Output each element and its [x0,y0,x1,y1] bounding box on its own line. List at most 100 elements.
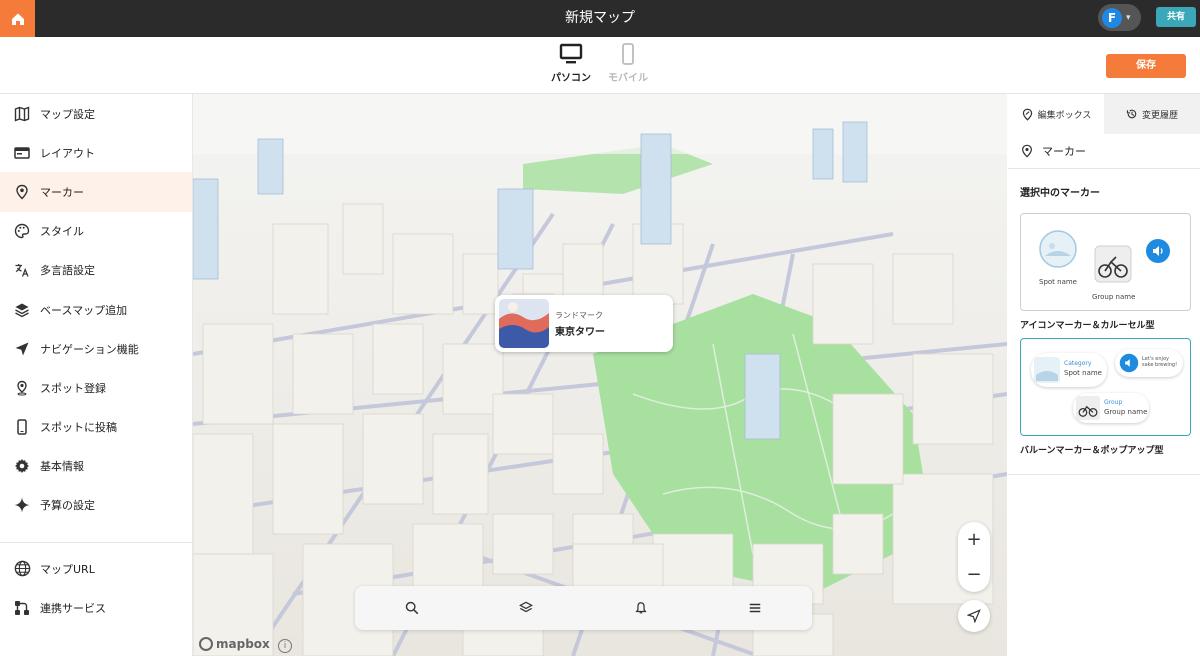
balloon-speaker: Let's enjoy sake brewing! [1115,349,1183,377]
tab-mobile-label: モバイル [608,73,648,84]
sidebar-item-layout[interactable]: レイアウト [0,133,192,172]
sidebar-divider [0,542,192,544]
zoom-control: + − [958,522,990,592]
bell-icon [635,602,647,614]
sidebar-item-basemap[interactable]: ベースマップ追加 [0,290,192,329]
device-toolbar: パソコン モバイル 保存 [0,37,1200,94]
app-title: 新規マップ [565,10,635,26]
group-name-label: Group name [1092,293,1136,301]
sidebar-item-map-url[interactable]: マップURL [0,549,192,588]
sidebar-item-label: スポット登録 [40,381,106,395]
sidebar-item-label: ベースマップ追加 [40,303,128,317]
spot-thumbnail [1039,230,1077,268]
marker-pin-icon [13,183,31,201]
balloon-spot-name: Spot name [1064,369,1102,377]
sidebar-item-label: 連携サービス [40,601,106,615]
sidebar-item-label: マップ設定 [40,107,95,121]
save-button[interactable]: 保存 [1106,54,1186,78]
edit-pin-icon [1022,108,1032,121]
spot-name-label: Spot name [1039,278,1077,286]
top-bar: 新規マップ F ▾ 共有 [0,0,1200,37]
map-bottom-toolbar [355,586,812,630]
sidebar-item-map-settings[interactable]: マップ設定 [0,94,192,133]
speaker-icon [1119,353,1139,373]
sidebar-item-label: ナビゲーション機能 [40,342,139,356]
marker-type-card-balloon-popup[interactable]: Category Spot name Let's enjoy sake brew… [1020,338,1191,436]
palette-icon [13,222,31,240]
section-header-marker: マーカー [1008,134,1200,169]
marker-popup[interactable]: ランドマーク 東京タワー [495,295,673,352]
sidebar-item-label: スタイル [40,225,84,239]
sidebar: マップ設定 レイアウト マーカー スタイル 多言語設定 ベースマップ追加 ナビゲ… [0,94,193,656]
sidebar-item-spot-register[interactable]: スポット登録 [0,368,192,407]
info-icon[interactable]: i [278,639,292,653]
menu-button[interactable] [745,598,765,618]
mapbox-logo-text: mapbox [216,637,270,651]
navigation-arrow-icon [967,609,981,623]
panel-divider [1008,474,1200,475]
sidebar-item-navigation[interactable]: ナビゲーション機能 [0,329,192,368]
section-title: マーカー [1042,145,1086,158]
group-thumbnail [1094,245,1132,283]
chevron-down-icon: ▾ [1126,12,1131,23]
phone-icon [13,418,31,436]
share-button[interactable]: 共有 [1156,7,1196,27]
card-caption-icon-carousel: アイコンマーカー＆カルーセル型 [1020,321,1155,331]
right-panel-tabs: 編集ボックス 変更履歴 [1008,94,1200,134]
sidebar-item-integrations[interactable]: 連携サービス [0,588,192,627]
spot-pin-icon [13,379,31,397]
translate-icon [13,261,31,279]
avatar: F [1102,7,1122,28]
popup-category: ランドマーク [555,310,603,320]
sidebar-item-label: スポットに投稿 [40,421,117,435]
mapbox-logo-icon [199,637,213,651]
layers-button[interactable] [516,598,536,618]
search-icon [405,601,419,615]
sidebar-item-basic-info[interactable]: 基本情報 [0,447,192,486]
account-menu[interactable]: F ▾ [1098,4,1141,31]
sidebar-item-label: 多言語設定 [40,264,95,278]
zoom-in-button[interactable]: + [958,522,990,557]
layout-icon [13,144,31,162]
mapbox-logo: mapbox [199,637,270,651]
layers-icon [13,301,31,319]
marker-pin-icon [1022,144,1032,158]
sidebar-item-budget[interactable]: 予算の設定 [0,486,192,525]
tab-edit-box[interactable]: 編集ボックス [1008,94,1104,134]
layers-icon [519,601,534,613]
smartphone-icon [622,43,634,65]
locate-button[interactable] [958,600,990,632]
map-icon [13,105,31,123]
monitor-icon [559,43,583,64]
globe-icon [13,560,31,578]
balloon-category: Category [1064,360,1092,367]
tab-pc[interactable]: パソコン [541,43,601,84]
popup-thumbnail [499,299,549,348]
notification-button[interactable] [631,598,651,618]
balloon-group-small: Group [1104,399,1123,406]
sidebar-item-marker[interactable]: マーカー [0,172,192,212]
sidebar-item-label: 予算の設定 [40,499,95,513]
sidebar-item-spot-post[interactable]: スポットに投稿 [0,408,192,447]
hamburger-icon [749,603,761,613]
speaker-icon [1146,239,1170,263]
tab-mobile[interactable]: モバイル [598,43,658,84]
search-button[interactable] [402,598,422,618]
map-canvas[interactable]: ランドマーク 東京タワー + − mapbox i [193,94,1007,656]
sidebar-item-label: マップURL [40,562,95,576]
integration-icon [13,599,31,617]
marker-type-card-icon-carousel[interactable]: Spot name Group name [1020,213,1191,311]
balloon-group-name: Group name [1104,408,1148,416]
balloon-spot: Category Spot name [1031,353,1107,387]
popup-title: 東京タワー [555,326,605,338]
zoom-out-button[interactable]: − [958,557,990,592]
sidebar-item-style[interactable]: スタイル [0,212,192,251]
tab-pc-label: パソコン [551,73,591,84]
sidebar-item-label: マーカー [40,185,84,199]
history-icon [1126,109,1137,119]
balloon-text: Let's enjoy sake brewing! [1142,356,1178,368]
sidebar-item-languages[interactable]: 多言語設定 [0,251,192,290]
tab-history[interactable]: 変更履歴 [1104,94,1200,134]
selected-marker-title: 選択中のマーカー [1020,188,1100,199]
tab-edit-box-label: 編集ボックス [1037,110,1092,121]
